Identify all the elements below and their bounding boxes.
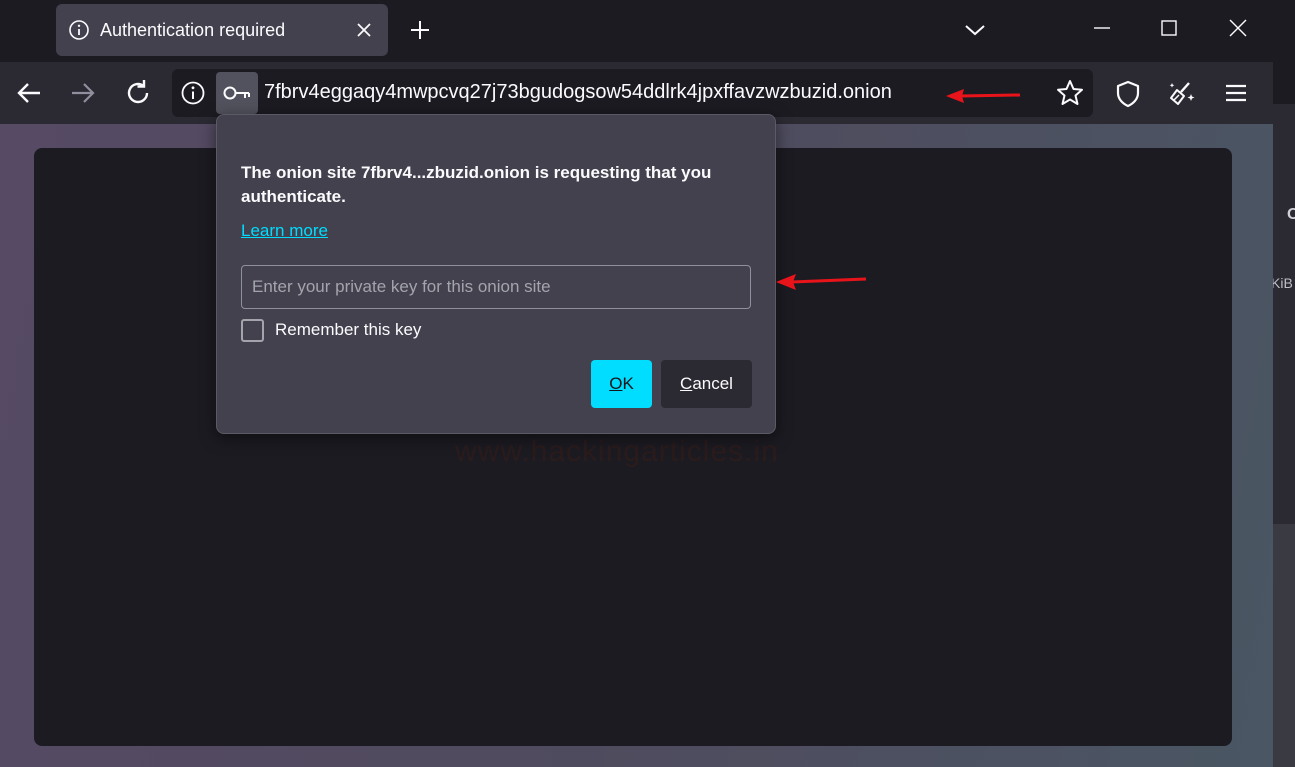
popup-message: The onion site 7fbrv4...zbuzid.onion is …	[241, 163, 712, 206]
watermark: www.hackingarticles.in	[455, 435, 779, 468]
key-button[interactable]	[216, 72, 258, 114]
annotation-arrow-input	[776, 274, 867, 290]
window-close-icon[interactable]	[1226, 16, 1250, 40]
new-identity-broom-icon[interactable]	[1167, 78, 1197, 108]
background-window-top	[1273, 0, 1295, 104]
learn-more-link[interactable]: Learn more	[241, 221, 328, 241]
tab-authentication[interactable]: Authentication required	[56, 4, 388, 56]
chevron-down-icon[interactable]	[962, 18, 988, 42]
background-window-panel	[1273, 104, 1295, 524]
background-window-text: KiB	[1271, 275, 1293, 291]
forward-icon[interactable]	[68, 78, 98, 108]
cancel-rest: ancel	[692, 374, 733, 393]
reload-icon[interactable]	[123, 78, 153, 108]
hamburger-menu-icon[interactable]	[1221, 78, 1251, 108]
bookmark-star-icon[interactable]	[1055, 78, 1085, 108]
cancel-accel: C	[680, 374, 693, 393]
shield-icon[interactable]	[1113, 79, 1143, 109]
minimize-icon[interactable]	[1090, 16, 1114, 40]
private-key-input[interactable]	[241, 265, 751, 309]
remember-key-checkbox[interactable]	[241, 319, 264, 342]
tab-title: Authentication required	[100, 20, 286, 40]
cancel-button[interactable]: Cancel	[661, 360, 752, 408]
key-icon	[223, 86, 250, 100]
ok-button[interactable]: OK	[591, 360, 652, 408]
ok-rest: K	[622, 374, 634, 393]
ok-accel: O	[609, 374, 623, 393]
back-icon[interactable]	[14, 78, 44, 108]
info-icon	[69, 20, 89, 40]
annotation-arrow-url	[946, 89, 1021, 103]
url-text[interactable]: 7fbrv4eggaqy4mwpcvq27j73bgudogsow54ddlrk…	[264, 81, 892, 104]
site-info-icon[interactable]	[180, 80, 206, 106]
maximize-icon[interactable]	[1157, 16, 1181, 40]
remember-key-label[interactable]: Remember this key	[275, 320, 421, 340]
new-tab-icon[interactable]	[408, 18, 432, 42]
close-tab-icon[interactable]	[354, 20, 374, 40]
background-window-icon: O	[1287, 206, 1295, 223]
tab-strip: Authentication required	[0, 0, 1273, 62]
authentication-popup: The onion site 7fbrv4...zbuzid.onion is …	[216, 114, 776, 434]
